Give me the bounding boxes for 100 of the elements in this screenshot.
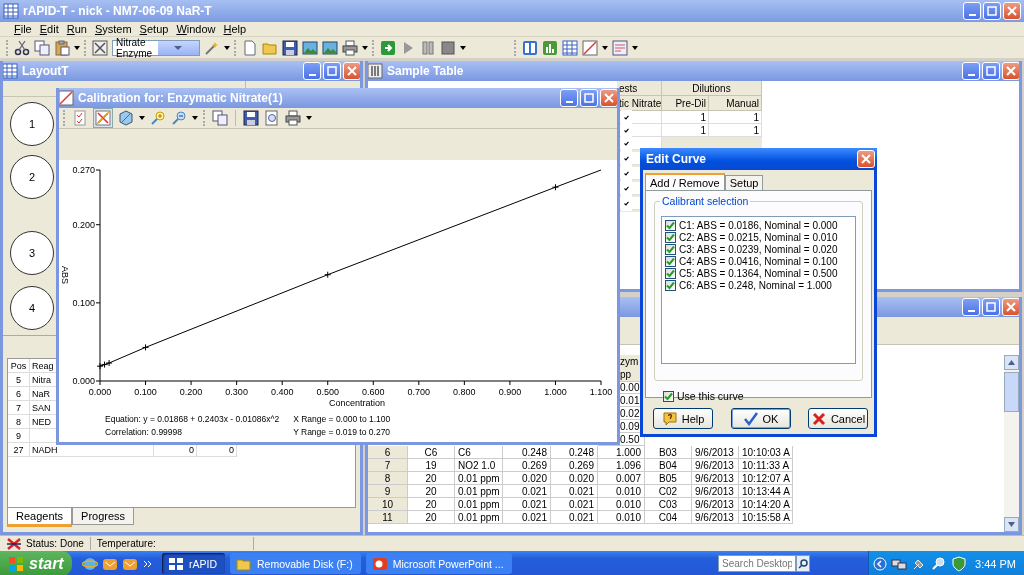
layout-icon[interactable] — [522, 39, 538, 56]
menu-item[interactable]: Setup — [135, 23, 173, 35]
calibrant-list[interactable] — [661, 216, 856, 364]
plate-position[interactable]: 4 — [10, 286, 54, 330]
table-cell: B05 — [645, 472, 692, 485]
tab[interactable]: Progress — [72, 508, 135, 525]
checkbox[interactable] — [663, 390, 674, 402]
close-button[interactable] — [343, 62, 360, 80]
magnifier-icon[interactable] — [931, 555, 948, 572]
pause-icon[interactable] — [420, 39, 436, 56]
chart-icon[interactable] — [582, 39, 598, 56]
minimize-button[interactable] — [560, 89, 578, 107]
checkbox[interactable] — [665, 279, 676, 291]
zoom-in-icon[interactable] — [150, 110, 166, 126]
tab[interactable]: Setup — [724, 175, 764, 190]
menu-item[interactable]: Run — [62, 23, 91, 35]
save-icon[interactable] — [243, 110, 259, 126]
tick-label: 0.100 — [134, 387, 157, 397]
close-button[interactable] — [1003, 2, 1021, 20]
caret-icon[interactable] — [460, 44, 466, 51]
image-file-icon[interactable] — [322, 39, 338, 56]
method-dropdown[interactable]: Nitrate Enzyme — [112, 39, 200, 56]
crossed-box-icon[interactable] — [92, 39, 108, 56]
taskbar-button[interactable]: Microsoft PowerPoint ... — [365, 553, 512, 574]
maximize-button[interactable] — [323, 62, 341, 80]
expand-icon[interactable] — [873, 556, 888, 571]
copy-icon[interactable] — [212, 110, 228, 126]
image-file-icon[interactable] — [302, 39, 318, 56]
save-icon[interactable] — [282, 39, 298, 56]
arrow-box-icon[interactable] — [380, 39, 396, 56]
caret-icon[interactable] — [139, 115, 145, 121]
crossed-chart-icon[interactable] — [95, 110, 111, 126]
dialog-button[interactable]: Help — [653, 408, 713, 429]
close-button[interactable] — [1002, 298, 1019, 316]
zoom-out-icon[interactable] — [171, 110, 187, 126]
minimize-button[interactable] — [962, 298, 980, 316]
menu-item[interactable]: System — [90, 23, 136, 35]
window-grid-icon[interactable] — [168, 555, 184, 572]
menu-item[interactable]: Help — [219, 23, 251, 35]
checkbox[interactable] — [665, 219, 676, 231]
paste-icon[interactable] — [54, 39, 70, 56]
correlation-text: Correlation: 0.99998 — [105, 427, 184, 437]
scrollbar-thumb[interactable] — [1004, 372, 1019, 412]
minimize-button[interactable] — [963, 2, 981, 20]
minimize-button[interactable] — [303, 62, 321, 80]
chevron-icon[interactable] — [142, 558, 152, 569]
checklist-icon[interactable] — [72, 110, 88, 126]
close-icon[interactable] — [810, 410, 827, 427]
plate-position[interactable]: 2 — [10, 155, 54, 199]
maximize-button[interactable] — [982, 298, 1000, 316]
menu-item[interactable]: Window — [172, 23, 220, 35]
taskbar-button[interactable]: Removable Disk (F:) — [230, 553, 361, 574]
caret-icon[interactable] — [224, 44, 230, 51]
tab[interactable]: Reagents — [7, 508, 73, 527]
caret-icon[interactable] — [632, 44, 638, 51]
menu-item[interactable]: File — [10, 23, 36, 35]
slides-icon[interactable] — [371, 555, 388, 572]
caret-icon[interactable] — [192, 115, 198, 121]
shield-icon[interactable] — [951, 555, 968, 572]
checkbox[interactable] — [665, 231, 676, 243]
print-icon[interactable] — [342, 39, 358, 56]
tick-label: 0.600 — [362, 387, 385, 397]
close-icon — [1006, 302, 1016, 312]
print-icon[interactable] — [285, 110, 301, 126]
maximize-button[interactable] — [983, 2, 1001, 20]
menu-item[interactable]: Edit — [35, 23, 63, 35]
table-icon[interactable] — [562, 39, 578, 56]
close-button[interactable] — [600, 89, 617, 107]
minimize-button[interactable] — [962, 62, 980, 80]
scroll-up-button[interactable] — [1004, 355, 1019, 370]
new-file-icon[interactable] — [242, 39, 258, 56]
globe-icon[interactable] — [82, 555, 98, 572]
tab[interactable]: Add / Remove — [645, 173, 725, 190]
maximize-button[interactable] — [580, 89, 598, 107]
caret-icon[interactable] — [306, 115, 312, 121]
maximize-button[interactable] — [982, 62, 1000, 80]
print-preview-icon[interactable] — [264, 110, 280, 126]
stop-icon[interactable] — [440, 39, 456, 56]
close-button[interactable] — [1002, 62, 1019, 80]
caret-icon[interactable] — [362, 44, 368, 51]
bar-chart-icon[interactable] — [542, 39, 558, 56]
search-field[interactable]: Search Desktop — [718, 555, 797, 572]
cube-icon[interactable] — [118, 110, 134, 126]
plate-position[interactable]: 3 — [10, 231, 54, 275]
scroll-down-button[interactable] — [1004, 517, 1019, 532]
check-icon[interactable] — [742, 410, 759, 427]
cut-icon[interactable] — [14, 39, 30, 56]
checkbox[interactable] — [665, 243, 676, 255]
taskbar-button[interactable]: rAPID — [162, 553, 225, 574]
caret-icon[interactable] — [74, 44, 80, 51]
caret-icon[interactable] — [602, 44, 608, 51]
dialog-button[interactable]: Cancel — [808, 408, 868, 429]
close-button[interactable] — [857, 150, 875, 168]
help-icon[interactable] — [661, 410, 678, 427]
checkbox[interactable] — [665, 255, 676, 267]
search-button[interactable] — [796, 555, 811, 572]
copy-icon[interactable] — [34, 39, 50, 56]
dialog-button[interactable]: OK — [730, 408, 791, 429]
checkbox[interactable] — [665, 267, 676, 279]
plate-position[interactable]: 1 — [10, 102, 54, 146]
